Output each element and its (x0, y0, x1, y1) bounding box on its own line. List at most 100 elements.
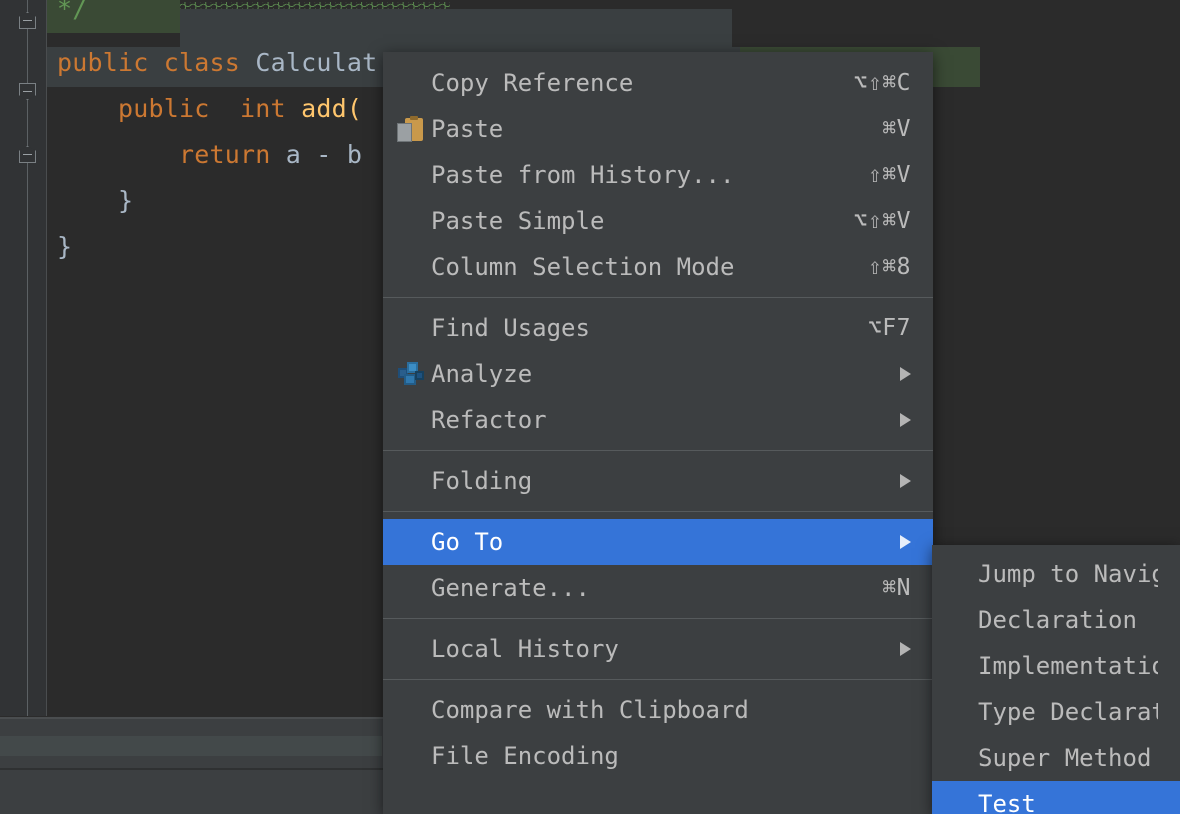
submenu-item-test[interactable]: Test (932, 781, 1180, 814)
code-line: } (57, 224, 72, 270)
code-token (286, 94, 301, 123)
chevron-right-icon (900, 367, 911, 381)
menu-item-label: Compare with Clipboard (431, 696, 911, 724)
menu-icon-placeholder (397, 405, 429, 435)
menu-separator (383, 297, 933, 298)
menu-icon-placeholder (397, 741, 429, 771)
menu-icon-placeholder (397, 634, 429, 664)
clipboard-paste-icon (397, 114, 429, 144)
code-token: int (240, 94, 286, 123)
menu-item-shortcut: ⌘V (882, 116, 911, 142)
menu-item-column-selection-mode[interactable]: Column Selection Mode⇧⌘8 (383, 244, 933, 290)
menu-item-label: Go To (431, 528, 880, 556)
context-menu[interactable]: Copy Reference ⌥⇧⌘C Paste ⌘V Paste from Hist… (383, 52, 933, 814)
menu-item-label: Paste from History... (431, 161, 842, 189)
menu-item-label: Column Selection Mode (431, 253, 842, 281)
menu-item-generate[interactable]: Generate... ⌘N (383, 565, 933, 611)
code-token: */ (57, 0, 88, 23)
menu-item-shortcut: ⌥⇧⌘V (854, 208, 911, 234)
code-line: public int add( (57, 86, 362, 132)
menu-item-go-to[interactable]: Go To (383, 519, 933, 565)
menu-item-find-usages[interactable]: Find Usages ⌥F7 (383, 305, 933, 351)
submenu-item-label: Declaration (978, 606, 1158, 634)
submenu-item-label: Type Declaration (978, 698, 1158, 726)
code-token: public (57, 48, 149, 77)
menu-item-compare-with-clipboard[interactable]: Compare with Clipboard (383, 687, 933, 733)
code-token: a (271, 140, 317, 169)
menu-item-file-encoding[interactable]: File Encoding (383, 733, 933, 779)
menu-icon-placeholder (397, 206, 429, 236)
editor-gutter[interactable] (0, 0, 46, 716)
menu-icon-placeholder (397, 527, 429, 557)
menu-item-label: File Encoding (431, 742, 911, 770)
menu-icon-placeholder (397, 695, 429, 725)
code-line: public class Calculat (57, 40, 377, 86)
menu-item-label: Paste Simple (431, 207, 828, 235)
chevron-right-icon (900, 535, 911, 549)
code-token: } (57, 232, 72, 261)
code-token: return (57, 140, 271, 169)
chevron-right-icon (900, 413, 911, 427)
code-token: - (316, 140, 331, 169)
menu-separator (383, 511, 933, 512)
warning-squiggle (180, 2, 450, 9)
menu-item-folding[interactable]: Folding (383, 458, 933, 504)
menu-item-label: Refactor (431, 406, 880, 434)
menu-icon-placeholder (397, 466, 429, 496)
menu-item-label: Analyze (431, 360, 880, 388)
menu-icon-placeholder (397, 160, 429, 190)
menu-item-refactor[interactable]: Refactor (383, 397, 933, 443)
menu-item-paste-from-history[interactable]: Paste from History... ⇧⌘V (383, 152, 933, 198)
code-line: return a - b (57, 132, 362, 178)
submenu-item-label: Jump to Navigation Bar (978, 560, 1158, 588)
menu-item-shortcut: ⌘N (882, 575, 911, 601)
chevron-right-icon (900, 474, 911, 488)
go-to-submenu[interactable]: Jump to Navigation Bar Declaration Impleme… (932, 545, 1180, 814)
code-token: Calculat (255, 48, 377, 77)
menu-item-local-history[interactable]: Local History (383, 626, 933, 672)
menu-item-shortcut: ⌥F7 (868, 315, 911, 341)
code-token: public (57, 94, 210, 123)
submenu-item-label: Implementation(s) (978, 652, 1158, 680)
submenu-item-implementation-s[interactable]: Implementation(s) (932, 643, 1180, 689)
code-token: add( (301, 94, 362, 123)
code-token: b (332, 140, 363, 169)
submenu-item-type-declaration[interactable]: Type Declaration (932, 689, 1180, 735)
submenu-item-declaration[interactable]: Declaration (932, 597, 1180, 643)
code-token (149, 48, 164, 77)
menu-item-copy-reference[interactable]: Copy Reference ⌥⇧⌘C (383, 60, 933, 106)
menu-item-paste[interactable]: Paste ⌘V (383, 106, 933, 152)
submenu-item-jump-to-navigation-bar[interactable]: Jump to Navigation Bar (932, 551, 1180, 597)
code-token (240, 48, 255, 77)
submenu-item-label: Test (978, 790, 1158, 814)
code-token: } (57, 186, 133, 215)
menu-item-analyze[interactable]: Analyze (383, 351, 933, 397)
menu-icon-placeholder (397, 573, 429, 603)
submenu-item-super-method[interactable]: Super Method (932, 735, 1180, 781)
menu-icon-placeholder (397, 313, 429, 343)
gutter-divider (46, 0, 47, 716)
analyze-icon (397, 359, 429, 389)
menu-item-shortcut: ⌥⇧⌘C (854, 70, 911, 96)
menu-item-label: Paste (431, 115, 856, 143)
chevron-right-icon (900, 642, 911, 656)
menu-item-paste-simple[interactable]: Paste Simple ⌥⇧⌘V (383, 198, 933, 244)
menu-separator (383, 618, 933, 619)
code-line: */ (57, 0, 88, 32)
menu-item-label: Local History (431, 635, 880, 663)
menu-icon-placeholder (397, 68, 429, 98)
menu-item-label: Generate... (431, 574, 856, 602)
menu-item-label: Find Usages (431, 314, 842, 342)
menu-separator (383, 450, 933, 451)
menu-separator (383, 679, 933, 680)
code-line: } (57, 178, 133, 224)
submenu-item-label: Super Method (978, 744, 1158, 772)
fold-guide-line (27, 0, 28, 716)
tool-strip-field[interactable] (0, 736, 382, 756)
menu-item-shortcut: ⇧⌘V (868, 162, 911, 188)
menu-icon-placeholder (397, 252, 429, 282)
menu-item-label: Copy Reference (431, 69, 828, 97)
code-token: class (164, 48, 240, 77)
menu-item-label: Folding (431, 467, 880, 495)
code-token (210, 94, 241, 123)
